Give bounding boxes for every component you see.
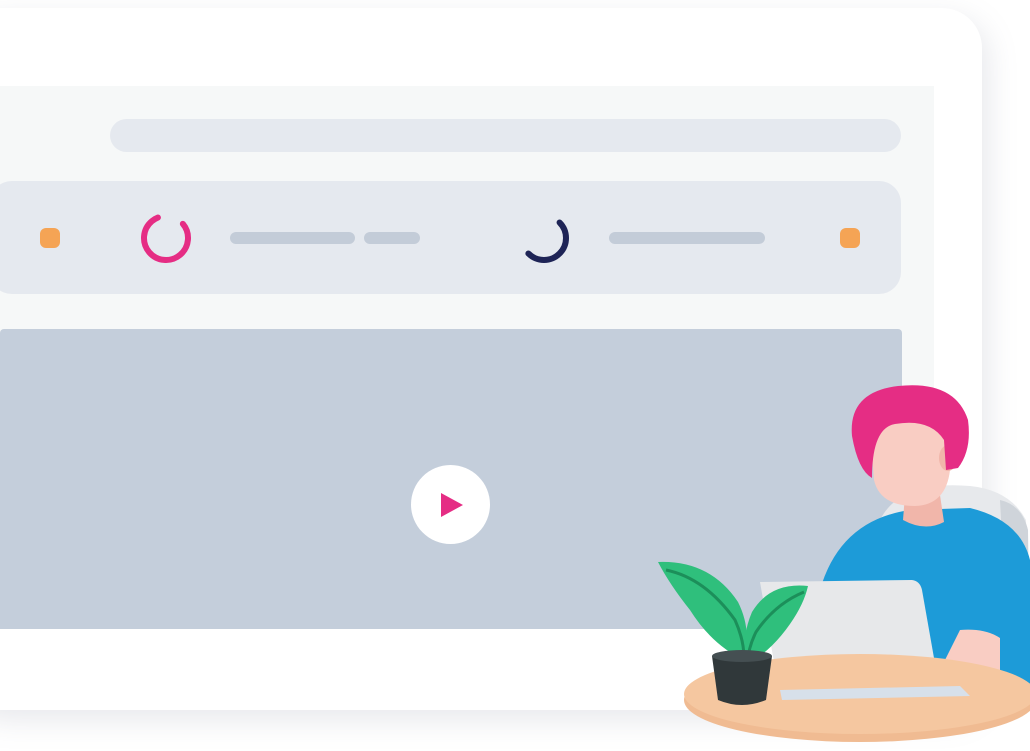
person-with-laptop-illustration [658, 385, 1030, 742]
plant-pot-icon [712, 656, 772, 705]
plant-leaf-icon [658, 561, 747, 660]
